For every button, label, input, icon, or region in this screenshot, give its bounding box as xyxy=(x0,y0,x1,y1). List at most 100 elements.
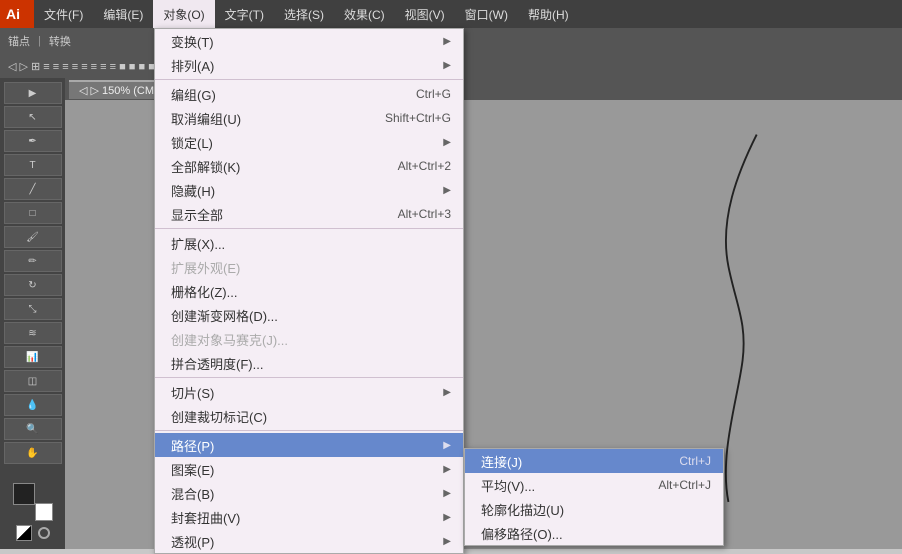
menu-group[interactable]: 编组(G) Ctrl+G xyxy=(155,82,463,106)
submenu-join-shortcut: Ctrl+J xyxy=(679,454,711,468)
menu-show-all-label: 显示全部 xyxy=(171,205,223,224)
menu-show-all[interactable]: 显示全部 Alt+Ctrl+3 xyxy=(155,202,463,226)
menu-arrange-arrow: ▶ xyxy=(443,60,451,71)
toolbar-icons: ◁ ▷ ⊞ ≡ ≡ ≡ ≡ ≡ ≡ ≡ ≡ ■ ■ ■ ■ xyxy=(4,60,159,73)
menu-envelope-label: 封套扭曲(V) xyxy=(171,508,240,527)
menu-perspective-label: 透视(P) xyxy=(171,532,214,551)
none-icon[interactable] xyxy=(38,527,50,539)
menu-blend-label: 混合(B) xyxy=(171,484,214,503)
menu-pattern[interactable]: 图案(E) ▶ xyxy=(155,457,463,481)
tool-rect[interactable]: □ xyxy=(4,202,62,224)
sep-4 xyxy=(155,430,463,431)
tool-direct-select[interactable]: ↖ xyxy=(4,106,62,128)
menu-transform[interactable]: 变换(T) ▶ xyxy=(155,29,463,53)
menu-pattern-label: 图案(E) xyxy=(171,460,214,479)
path-submenu-dropdown: 连接(J) Ctrl+J 平均(V)... Alt+Ctrl+J 轮廓化描边(U… xyxy=(464,448,724,546)
toolbar-separator: | xyxy=(38,35,41,47)
menu-mosaic-label: 创建对象马赛克(J)... xyxy=(171,330,288,349)
menu-expand[interactable]: 扩展(X)... xyxy=(155,231,463,255)
menu-crop-marks[interactable]: 创建裁切标记(C) xyxy=(155,404,463,428)
tool-gradient[interactable]: ◫ xyxy=(4,370,62,392)
tool-eyedropper[interactable]: 💧 xyxy=(4,394,62,416)
tool-rotate[interactable]: ↻ xyxy=(4,274,62,296)
menu-slice-arrow: ▶ xyxy=(443,387,451,398)
menu-lock-label: 锁定(L) xyxy=(171,133,213,152)
menu-rasterize[interactable]: 栅格化(Z)... xyxy=(155,279,463,303)
background-swatch[interactable] xyxy=(35,503,53,521)
menu-select[interactable]: 选择(S) xyxy=(274,0,334,28)
foreground-swatch[interactable] xyxy=(13,483,35,505)
menu-file[interactable]: 文件(F) xyxy=(34,0,93,28)
menu-gradient-mesh[interactable]: 创建渐变网格(D)... xyxy=(155,303,463,327)
menu-path-arrow: ▶ xyxy=(443,440,451,451)
color-swatches xyxy=(13,483,53,545)
menu-view[interactable]: 视图(V) xyxy=(395,0,455,28)
menu-bar: Ai 文件(F) 编辑(E) 对象(O) 文字(T) 选择(S) 效果(C) 视… xyxy=(0,0,902,28)
submenu-outline-stroke-label: 轮廓化描边(U) xyxy=(481,500,564,519)
menu-mosaic[interactable]: 创建对象马赛克(J)... xyxy=(155,327,463,351)
menu-ungroup-label: 取消编组(U) xyxy=(171,109,241,128)
menu-perspective[interactable]: 透视(P) ▶ xyxy=(155,529,463,553)
menu-show-all-shortcut: Alt+Ctrl+3 xyxy=(398,207,451,221)
menu-transform-arrow: ▶ xyxy=(443,36,451,47)
transform-label: 转换 xyxy=(45,32,75,50)
fill-stroke-icon[interactable] xyxy=(16,525,32,541)
anchor-label: 锚点 xyxy=(4,32,34,50)
object-menu-dropdown: 变换(T) ▶ 排列(A) ▶ 编组(G) Ctrl+G 取消编组(U) Shi… xyxy=(154,28,464,554)
menu-flatten-transparency-label: 拼合透明度(F)... xyxy=(171,354,263,373)
menu-expand-appearance-label: 扩展外观(E) xyxy=(171,258,240,277)
menu-perspective-arrow: ▶ xyxy=(443,536,451,547)
tool-select[interactable]: ▶ xyxy=(4,82,62,104)
menu-text[interactable]: 文字(T) xyxy=(215,0,274,28)
menu-unlock-all-label: 全部解锁(K) xyxy=(171,157,240,176)
submenu-join-label: 连接(J) xyxy=(481,452,522,471)
menu-flatten-transparency[interactable]: 拼合透明度(F)... xyxy=(155,351,463,375)
menu-ungroup[interactable]: 取消编组(U) Shift+Ctrl+G xyxy=(155,106,463,130)
menu-lock-arrow: ▶ xyxy=(443,137,451,148)
menu-expand-appearance[interactable]: 扩展外观(E) xyxy=(155,255,463,279)
menu-lock[interactable]: 锁定(L) ▶ xyxy=(155,130,463,154)
tool-type[interactable]: T xyxy=(4,154,62,176)
menu-pattern-arrow: ▶ xyxy=(443,464,451,475)
menu-arrange[interactable]: 排列(A) ▶ xyxy=(155,53,463,77)
menu-object[interactable]: 对象(O) xyxy=(153,0,214,28)
tool-scale[interactable]: ⤡ xyxy=(4,298,62,320)
menu-unlock-all-shortcut: Alt+Ctrl+2 xyxy=(398,159,451,173)
menu-edit[interactable]: 编辑(E) xyxy=(93,0,153,28)
tool-hand[interactable]: ✋ xyxy=(4,442,62,464)
menu-arrange-label: 排列(A) xyxy=(171,56,214,75)
tool-line[interactable]: ╱ xyxy=(4,178,62,200)
tool-pen[interactable]: ✒ xyxy=(4,130,62,152)
sep-2 xyxy=(155,228,463,229)
app-logo: Ai xyxy=(0,0,34,28)
submenu-offset-path[interactable]: 偏移路径(O)... xyxy=(465,521,723,545)
menu-unlock-all[interactable]: 全部解锁(K) Alt+Ctrl+2 xyxy=(155,154,463,178)
tool-paintbrush[interactable]: 🖌 xyxy=(4,226,62,248)
submenu-average[interactable]: 平均(V)... Alt+Ctrl+J xyxy=(465,473,723,497)
menu-expand-label: 扩展(X)... xyxy=(171,234,225,253)
menu-window[interactable]: 窗口(W) xyxy=(455,0,518,28)
sep-3 xyxy=(155,377,463,378)
menu-group-shortcut: Ctrl+G xyxy=(416,87,451,101)
tool-warp[interactable]: ≋ xyxy=(4,322,62,344)
menu-help[interactable]: 帮助(H) xyxy=(518,0,579,28)
menu-crop-marks-label: 创建裁切标记(C) xyxy=(171,407,267,426)
menu-hide[interactable]: 隐藏(H) ▶ xyxy=(155,178,463,202)
menu-envelope-arrow: ▶ xyxy=(443,512,451,523)
menu-envelope[interactable]: 封套扭曲(V) ▶ xyxy=(155,505,463,529)
tool-graph[interactable]: 📊 xyxy=(4,346,62,368)
tool-zoom[interactable]: 🔍 xyxy=(4,418,62,440)
menu-blend-arrow: ▶ xyxy=(443,488,451,499)
submenu-join[interactable]: 连接(J) Ctrl+J xyxy=(465,449,723,473)
submenu-outline-stroke[interactable]: 轮廓化描边(U) xyxy=(465,497,723,521)
left-sidebar: ▶ ↖ ✒ T ╱ □ 🖌 ✏ ↻ ⤡ ≋ 📊 ◫ 💧 🔍 ✋ xyxy=(0,78,65,549)
menu-blend[interactable]: 混合(B) ▶ xyxy=(155,481,463,505)
menu-effect[interactable]: 效果(C) xyxy=(334,0,395,28)
menu-path[interactable]: 路径(P) ▶ xyxy=(155,433,463,457)
submenu-average-label: 平均(V)... xyxy=(481,476,535,495)
menu-gradient-mesh-label: 创建渐变网格(D)... xyxy=(171,306,278,325)
menu-slice-label: 切片(S) xyxy=(171,383,214,402)
menu-slice[interactable]: 切片(S) ▶ xyxy=(155,380,463,404)
tool-pencil[interactable]: ✏ xyxy=(4,250,62,272)
submenu-average-shortcut: Alt+Ctrl+J xyxy=(658,478,711,492)
